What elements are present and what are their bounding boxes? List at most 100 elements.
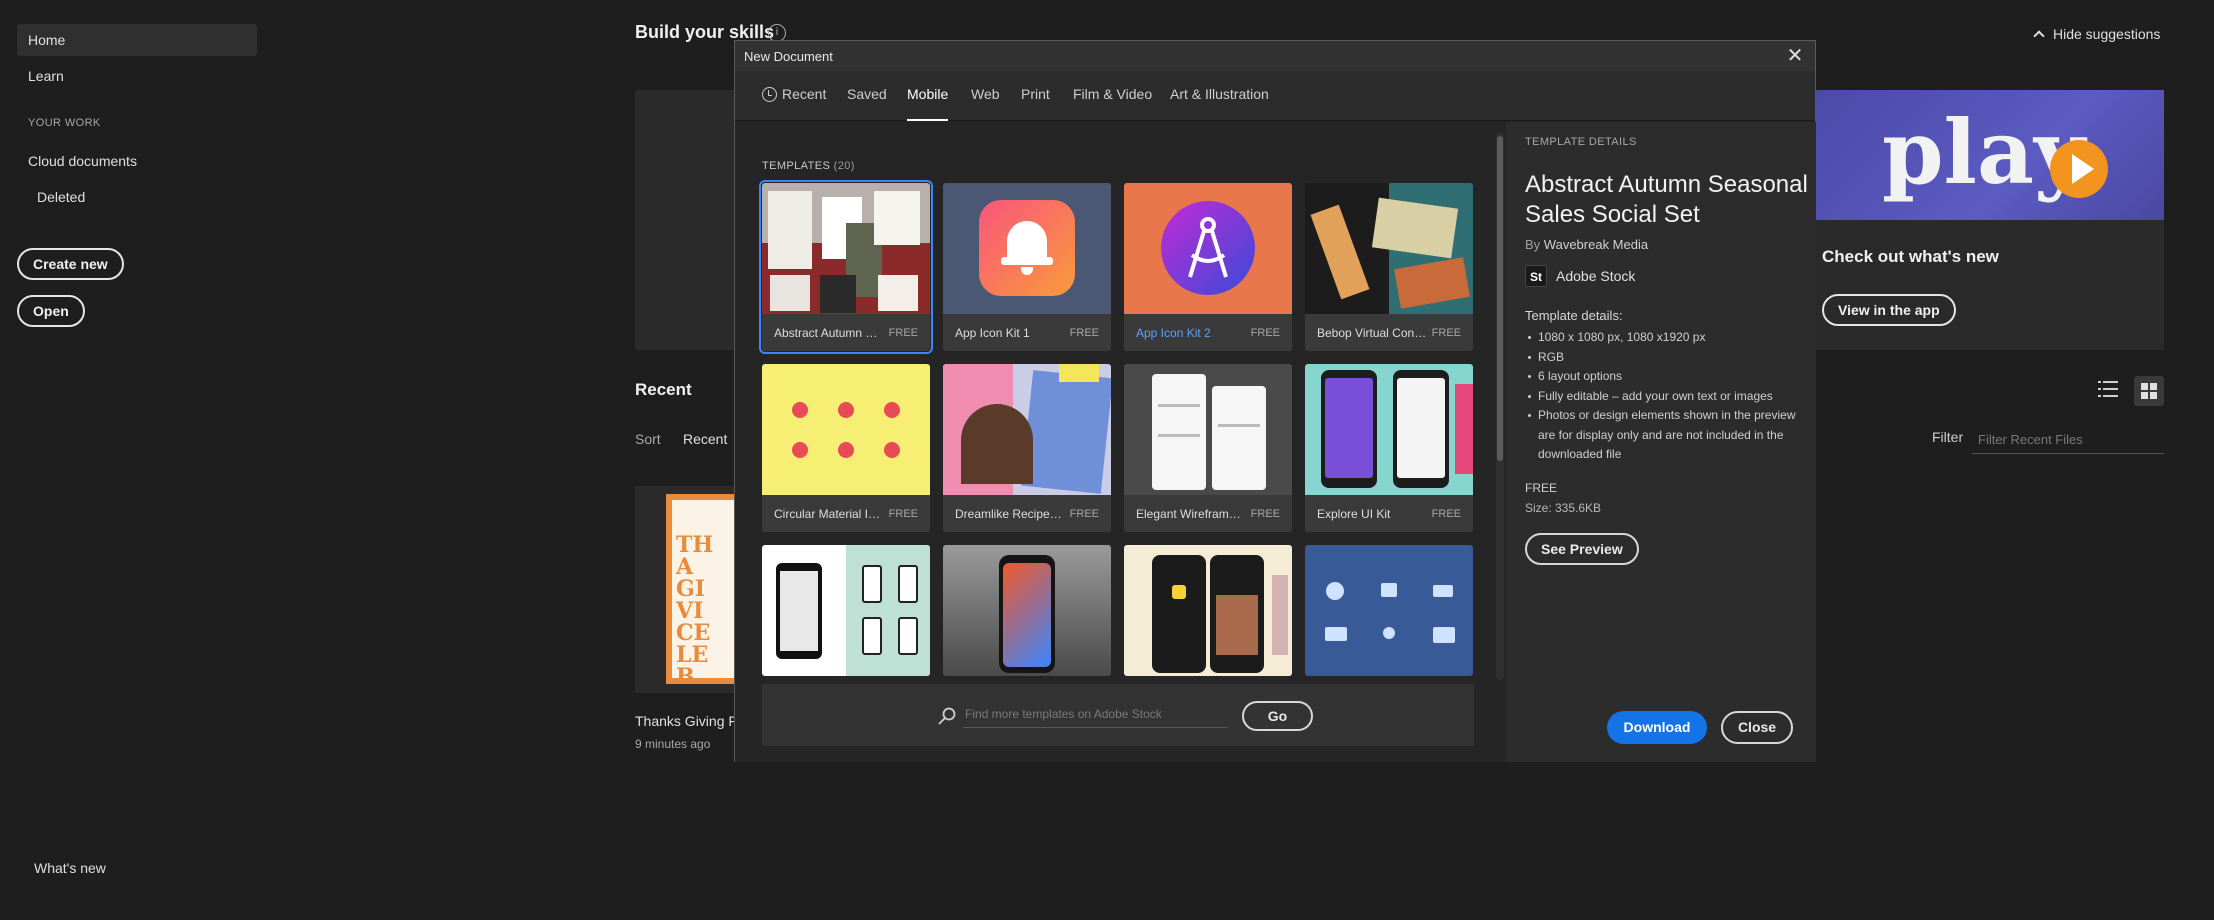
view-in-app-button[interactable]: View in the app bbox=[1822, 294, 1956, 326]
template-details-panel: TEMPLATE DETAILS Abstract Autumn Seasona… bbox=[1506, 122, 1816, 762]
recent-file-time: 9 minutes ago bbox=[635, 737, 711, 751]
template-card[interactable] bbox=[1124, 545, 1292, 676]
sidebar-item-cloud-documents[interactable]: Cloud documents bbox=[17, 145, 257, 177]
promo-image: play bbox=[1814, 90, 2164, 220]
free-badge: FREE bbox=[888, 327, 918, 339]
search-icon bbox=[937, 706, 957, 726]
template-card[interactable]: Dreamlike Recipe So... FREE bbox=[943, 364, 1111, 532]
close-button[interactable]: Close bbox=[1721, 711, 1793, 744]
template-thumbnail bbox=[1305, 183, 1473, 314]
tab-print[interactable]: Print bbox=[1021, 86, 1050, 121]
sidebar-section-your-work: YOUR WORK bbox=[28, 117, 101, 129]
tab-recent-label: Recent bbox=[782, 86, 827, 102]
filter-input[interactable] bbox=[1972, 426, 2164, 454]
details-subheading: Template details: bbox=[1525, 308, 1623, 323]
templates-scrollbar[interactable] bbox=[1496, 132, 1504, 680]
recent-file-name[interactable]: Thanks Giving Fly bbox=[635, 713, 747, 729]
open-button[interactable]: Open bbox=[17, 295, 85, 327]
dialog-title: New Document bbox=[744, 49, 833, 64]
list-item: Fully editable – add your own text or im… bbox=[1525, 387, 1805, 407]
template-card[interactable] bbox=[762, 545, 930, 676]
details-list: 1080 x 1080 px, 1080 x1920 px RGB 6 layo… bbox=[1525, 328, 1805, 465]
promo-title: Check out what's new bbox=[1822, 247, 1999, 266]
template-thumbnail bbox=[943, 545, 1111, 676]
template-thumbnail bbox=[943, 183, 1111, 314]
sidebar-item-learn[interactable]: Learn bbox=[17, 60, 257, 92]
template-thumbnail bbox=[1124, 545, 1292, 676]
template-card[interactable]: Circular Material Ico... FREE bbox=[762, 364, 930, 532]
template-name: App Icon Kit 2 bbox=[1136, 326, 1211, 340]
free-badge: FREE bbox=[888, 508, 918, 520]
free-badge: FREE bbox=[1431, 508, 1461, 520]
tab-film-video[interactable]: Film & Video bbox=[1073, 86, 1152, 121]
dialog-close-icon[interactable]: ✕ bbox=[1785, 45, 1805, 67]
play-icon bbox=[2072, 154, 2094, 184]
tab-saved[interactable]: Saved bbox=[847, 86, 887, 121]
template-card[interactable] bbox=[943, 545, 1111, 676]
template-name: Elegant Wireframe Kit bbox=[1136, 507, 1246, 521]
free-badge: FREE bbox=[1250, 327, 1280, 339]
template-thumbnail bbox=[1305, 545, 1473, 676]
template-name: App Icon Kit 1 bbox=[955, 326, 1030, 340]
details-author: By Wavebreak Media bbox=[1525, 237, 1648, 252]
list-item: 6 layout options bbox=[1525, 367, 1805, 387]
free-badge: FREE bbox=[1069, 508, 1099, 520]
template-thumbnail bbox=[762, 364, 930, 495]
template-card[interactable]: App Icon Kit 2 FREE bbox=[1124, 183, 1292, 351]
sidebar-item-deleted[interactable]: Deleted bbox=[26, 181, 266, 213]
download-button[interactable]: Download bbox=[1607, 711, 1707, 744]
author-name: Wavebreak Media bbox=[1543, 237, 1649, 252]
free-badge: FREE bbox=[1250, 508, 1280, 520]
hide-suggestions-button[interactable]: Hide suggestions bbox=[2033, 26, 2160, 42]
recent-file-preview: THA GIVI CELEB bbox=[666, 494, 736, 688]
template-thumbnail bbox=[1124, 183, 1292, 314]
template-thumbnail bbox=[1124, 364, 1292, 495]
dialog-titlebar: New Document ✕ bbox=[735, 41, 1815, 71]
grid-view-icon[interactable] bbox=[2134, 376, 2164, 406]
templates-heading: TEMPLATES (20) bbox=[762, 160, 855, 172]
sidebar-item-home[interactable]: Home bbox=[17, 24, 257, 56]
list-view-icon[interactable] bbox=[2095, 376, 2121, 402]
template-name: Abstract Autumn Se... bbox=[774, 326, 884, 340]
left-sidebar: Home Learn YOUR WORK Cloud documents Del… bbox=[0, 0, 270, 920]
tab-mobile[interactable]: Mobile bbox=[907, 86, 949, 121]
create-new-button[interactable]: Create new bbox=[17, 248, 124, 280]
templates-panel: TEMPLATES (20) Abstract Autumn Se... FREE bbox=[735, 122, 1506, 762]
chevron-up-icon bbox=[2033, 30, 2045, 42]
stock-search-bar: Go bbox=[762, 684, 1474, 746]
template-thumbnail bbox=[762, 183, 930, 314]
scrollbar-thumb[interactable] bbox=[1497, 136, 1503, 461]
template-thumbnail bbox=[1305, 364, 1473, 495]
skill-card[interactable] bbox=[635, 90, 735, 350]
recent-title: Recent bbox=[635, 380, 692, 399]
template-card[interactable]: Bebop Virtual Conce... FREE bbox=[1305, 183, 1473, 351]
free-badge: FREE bbox=[1069, 327, 1099, 339]
template-name: Circular Material Ico... bbox=[774, 507, 884, 521]
whats-new-link[interactable]: What's new bbox=[34, 860, 106, 876]
template-name: Explore UI Kit bbox=[1317, 507, 1391, 521]
by-label: By bbox=[1525, 237, 1541, 252]
list-item: 1080 x 1080 px, 1080 x1920 px bbox=[1525, 328, 1805, 348]
details-price: FREE bbox=[1525, 481, 1558, 495]
templates-count: (20) bbox=[833, 160, 855, 172]
clock-icon bbox=[762, 87, 777, 102]
template-card[interactable] bbox=[1305, 545, 1473, 676]
template-card[interactable]: Abstract Autumn Se... FREE bbox=[759, 180, 933, 354]
details-title: Abstract Autumn Seasonal Sales Social Se… bbox=[1525, 171, 1808, 228]
template-card[interactable]: Explore UI Kit FREE bbox=[1305, 364, 1473, 532]
sort-dropdown[interactable]: Recent bbox=[683, 431, 727, 447]
tab-recent[interactable]: Recent bbox=[762, 86, 826, 121]
tab-web[interactable]: Web bbox=[971, 86, 1000, 121]
new-document-dialog: New Document ✕ Recent Saved Mobile Web P… bbox=[734, 40, 1816, 762]
go-button[interactable]: Go bbox=[1242, 701, 1313, 731]
thumbnail-text: THA GIVI CELEB bbox=[676, 532, 714, 690]
details-heading: TEMPLATE DETAILS bbox=[1525, 136, 1637, 148]
template-card[interactable]: Elegant Wireframe Kit FREE bbox=[1124, 364, 1292, 532]
template-thumbnail bbox=[943, 364, 1111, 495]
stock-search-input[interactable] bbox=[963, 700, 1228, 728]
template-card[interactable]: App Icon Kit 1 FREE bbox=[943, 183, 1111, 351]
see-preview-button[interactable]: See Preview bbox=[1525, 533, 1639, 565]
template-name: Bebop Virtual Conce... bbox=[1317, 326, 1427, 340]
free-badge: FREE bbox=[1431, 327, 1461, 339]
tab-art-illustration[interactable]: Art & Illustration bbox=[1170, 86, 1269, 121]
